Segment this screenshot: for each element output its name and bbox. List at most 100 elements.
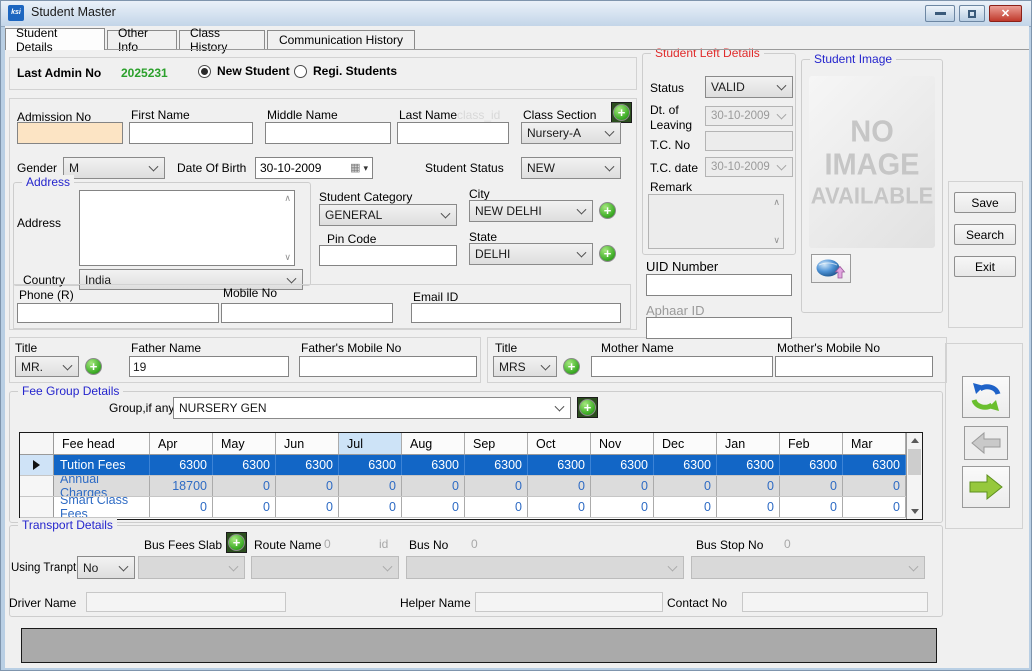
- bus-no-select[interactable]: [406, 556, 684, 579]
- remark-textarea[interactable]: ∧ ∨: [648, 194, 784, 249]
- fee-cell-2-apr[interactable]: 0: [150, 497, 213, 517]
- fee-col-header-may[interactable]: May: [213, 433, 276, 454]
- exit-button[interactable]: Exit: [954, 256, 1016, 277]
- fee-cell-0-may[interactable]: 6300: [213, 455, 276, 475]
- save-button[interactable]: Save: [954, 192, 1016, 213]
- fee-head-cell[interactable]: Annual Charges: [54, 476, 150, 496]
- next-record-button[interactable]: [962, 466, 1010, 508]
- address-textarea[interactable]: ∧ ∨: [79, 190, 295, 266]
- uid-number-input[interactable]: [646, 274, 792, 296]
- maximize-button[interactable]: [959, 5, 985, 22]
- add-state-button[interactable]: +: [599, 245, 616, 262]
- aphaar-id-input[interactable]: [646, 317, 792, 339]
- tc-date-select[interactable]: 30-10-2009: [705, 157, 793, 177]
- fee-cell-2-jun[interactable]: 0: [276, 497, 339, 517]
- fee-cell-1-jul[interactable]: 0: [339, 476, 402, 496]
- fee-cell-1-sep[interactable]: 0: [465, 476, 528, 496]
- row-selector[interactable]: [20, 497, 54, 517]
- fee-cell-1-apr[interactable]: 18700: [150, 476, 213, 496]
- fee-cell-1-feb[interactable]: 0: [780, 476, 843, 496]
- pin-code-input[interactable]: [319, 245, 457, 266]
- bus-stop-no-select[interactable]: [691, 556, 925, 579]
- fee-cell-1-jan[interactable]: 0: [717, 476, 780, 496]
- scrollbar-down-button[interactable]: [907, 504, 922, 519]
- contact-no-input[interactable]: [742, 592, 928, 612]
- helper-name-input[interactable]: [475, 592, 663, 612]
- scroll-up-icon[interactable]: ∧: [284, 194, 291, 203]
- previous-record-button[interactable]: [964, 426, 1008, 460]
- title-bar[interactable]: ksi Student Master ✕: [1, 1, 1031, 27]
- fee-cell-0-jan[interactable]: 6300: [717, 455, 780, 475]
- fee-col-header-jun[interactable]: Jun: [276, 433, 339, 454]
- fee-cell-1-aug[interactable]: 0: [402, 476, 465, 496]
- add-class-section-button[interactable]: +: [611, 102, 632, 123]
- fee-cell-0-apr[interactable]: 6300: [150, 455, 213, 475]
- mother-name-input[interactable]: [591, 356, 773, 377]
- fee-cell-0-jul[interactable]: 6300: [339, 455, 402, 475]
- fee-head-cell[interactable]: Smart Class Fees: [54, 497, 150, 517]
- mother-title-select[interactable]: MRS: [493, 356, 557, 377]
- minimize-button[interactable]: [925, 5, 955, 22]
- tab-student-details[interactable]: Student Details: [5, 28, 105, 50]
- fee-table-row-0[interactable]: Tution Fees63006300630063006300630063006…: [20, 455, 906, 476]
- admission-no-input[interactable]: [17, 122, 123, 144]
- first-name-input[interactable]: [129, 122, 253, 144]
- fee-group-select[interactable]: NURSERY GEN: [173, 397, 571, 419]
- fee-cell-2-mar[interactable]: 0: [843, 497, 906, 517]
- fee-col-header-dec[interactable]: Dec: [654, 433, 717, 454]
- fee-cell-0-sep[interactable]: 6300: [465, 455, 528, 475]
- tc-no-input[interactable]: [705, 131, 793, 151]
- tab-other-info[interactable]: Other Info: [107, 30, 177, 49]
- email-id-input[interactable]: [411, 303, 621, 323]
- state-select[interactable]: DELHI: [469, 243, 593, 265]
- father-title-select[interactable]: MR.: [15, 356, 79, 377]
- fee-head-cell[interactable]: Tution Fees: [54, 455, 150, 475]
- radio-regi-students[interactable]: Regi. Students: [294, 64, 397, 78]
- close-button[interactable]: ✕: [989, 5, 1022, 22]
- fee-cell-2-aug[interactable]: 0: [402, 497, 465, 517]
- row-selector-header[interactable]: [20, 433, 54, 454]
- fee-table-scrollbar[interactable]: [906, 433, 922, 519]
- fee-col-header-mar[interactable]: Mar: [843, 433, 906, 454]
- last-name-input[interactable]: [397, 122, 509, 144]
- fee-cell-1-jun[interactable]: 0: [276, 476, 339, 496]
- fee-col-header-jul[interactable]: Jul: [339, 433, 402, 454]
- scroll-up-icon[interactable]: ∧: [773, 198, 780, 207]
- fee-cell-1-may[interactable]: 0: [213, 476, 276, 496]
- fee-cell-2-jul[interactable]: 0: [339, 497, 402, 517]
- class-section-select[interactable]: Nursery-A: [521, 122, 621, 144]
- fee-cell-2-sep[interactable]: 0: [465, 497, 528, 517]
- refresh-button[interactable]: [962, 376, 1010, 418]
- fee-cell-0-dec[interactable]: 6300: [654, 455, 717, 475]
- father-name-input[interactable]: [129, 356, 289, 377]
- fee-cell-1-oct[interactable]: 0: [528, 476, 591, 496]
- fee-cell-2-oct[interactable]: 0: [528, 497, 591, 517]
- fee-col-header-sep[interactable]: Sep: [465, 433, 528, 454]
- bus-fees-slab-select[interactable]: [138, 556, 245, 579]
- fee-col-header-apr[interactable]: Apr: [150, 433, 213, 454]
- scrollbar-thumb[interactable]: [908, 449, 921, 475]
- student-category-select[interactable]: GENERAL: [319, 204, 457, 226]
- father-mobile-input[interactable]: [299, 356, 477, 377]
- student-status-select[interactable]: NEW: [521, 157, 621, 179]
- fee-head-column-header[interactable]: Fee head: [54, 433, 150, 454]
- phone-input[interactable]: [17, 303, 219, 323]
- fee-cell-0-aug[interactable]: 6300: [402, 455, 465, 475]
- scrollbar-up-button[interactable]: [907, 433, 922, 448]
- radio-new-student[interactable]: New Student: [198, 64, 290, 78]
- fee-cell-2-dec[interactable]: 0: [654, 497, 717, 517]
- fee-cell-1-nov[interactable]: 0: [591, 476, 654, 496]
- current-row-marker[interactable]: [20, 455, 54, 475]
- fee-cell-2-nov[interactable]: 0: [591, 497, 654, 517]
- tab-class-history[interactable]: Class History: [179, 30, 265, 49]
- add-bus-fees-slab-button[interactable]: +: [226, 532, 247, 553]
- fee-cell-2-may[interactable]: 0: [213, 497, 276, 517]
- fee-cell-0-jun[interactable]: 6300: [276, 455, 339, 475]
- fee-cell-0-feb[interactable]: 6300: [780, 455, 843, 475]
- using-tranpt-select[interactable]: No: [77, 556, 135, 579]
- add-father-title-button[interactable]: +: [85, 358, 102, 375]
- fee-cell-1-mar[interactable]: 0: [843, 476, 906, 496]
- add-city-button[interactable]: +: [599, 202, 616, 219]
- mother-mobile-input[interactable]: [775, 356, 933, 377]
- fee-cell-0-mar[interactable]: 6300: [843, 455, 906, 475]
